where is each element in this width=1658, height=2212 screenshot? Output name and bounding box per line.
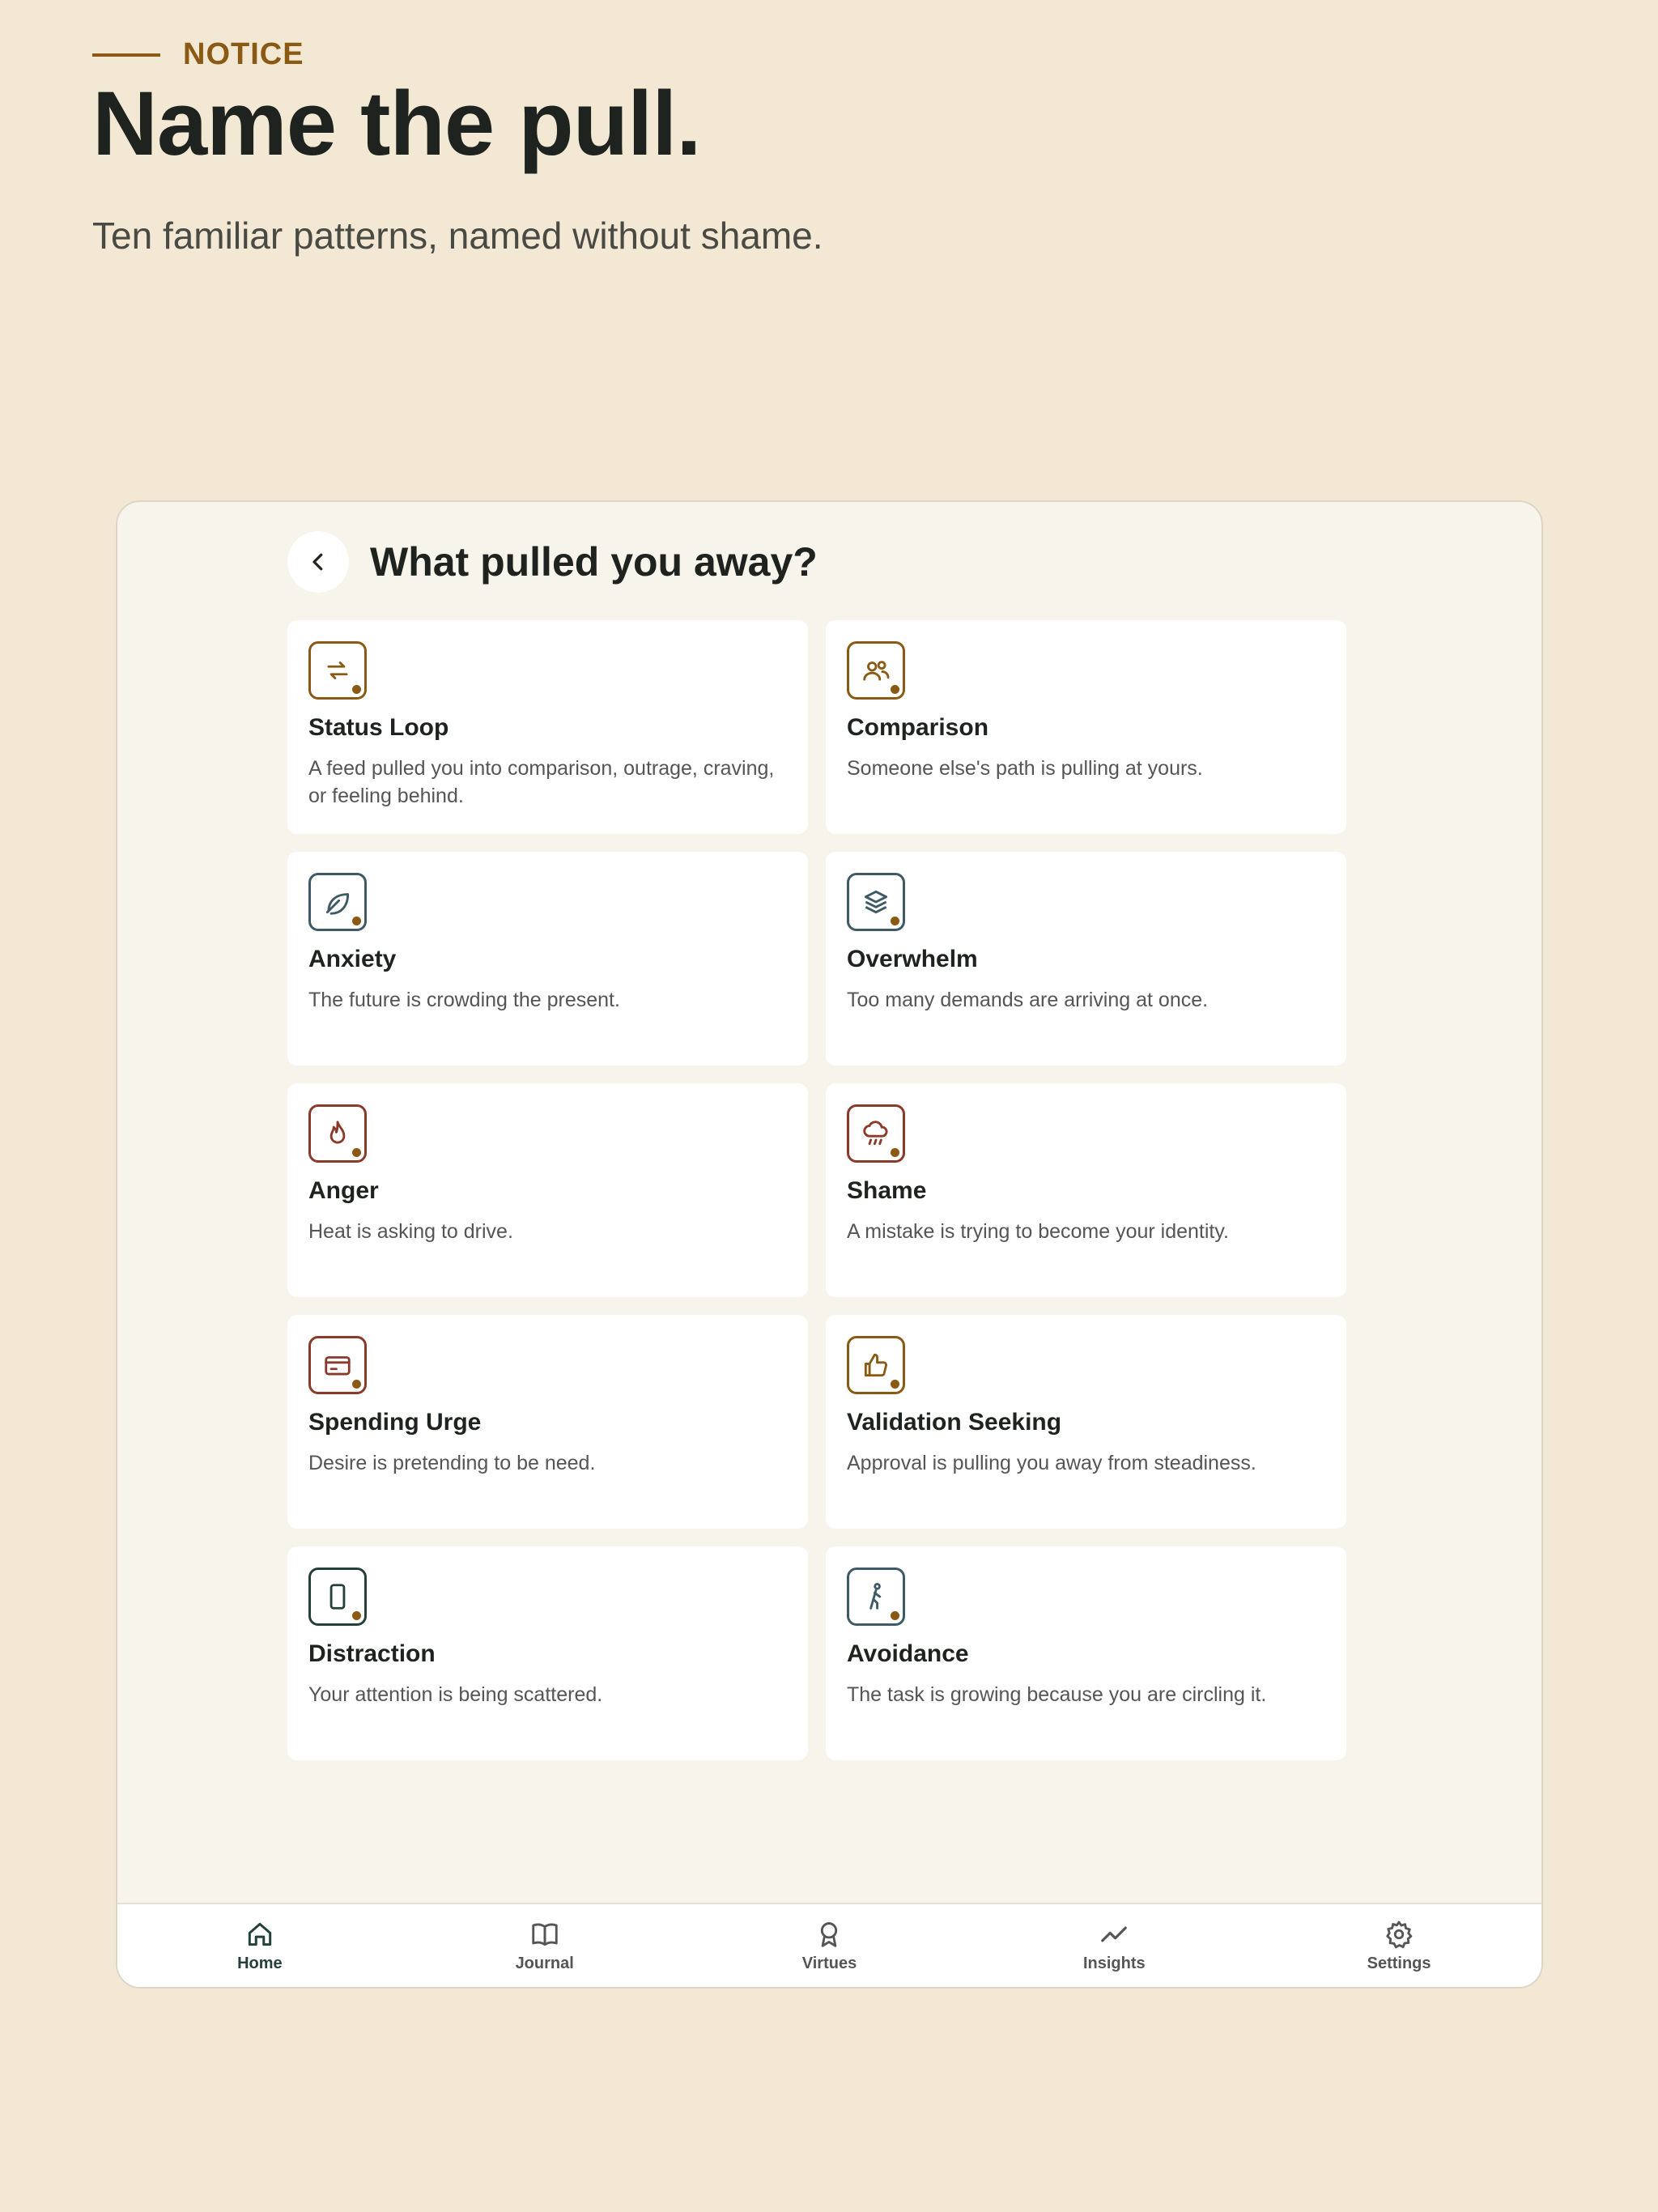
pull-card-avoidance[interactable]: Avoidance The task is growing because yo…	[826, 1546, 1346, 1760]
pull-card-distraction[interactable]: Distraction Your attention is being scat…	[287, 1546, 808, 1760]
tab-virtues[interactable]: Virtues	[687, 1904, 972, 1987]
pull-card-anger[interactable]: Anger Heat is asking to drive.	[287, 1083, 808, 1297]
kicker-rule	[92, 53, 160, 57]
card-description: A mistake is trying to become your ident…	[847, 1220, 1229, 1243]
card-title: Shame	[847, 1177, 927, 1204]
card-title: Validation Seeking	[847, 1409, 1062, 1436]
screen-header: What pulled you away?	[287, 531, 818, 593]
card-icon-box	[308, 641, 367, 700]
card-icon-box	[308, 1568, 367, 1626]
status-dot	[352, 917, 361, 925]
card-icon-box	[308, 1104, 367, 1163]
card-title: Status Loop	[308, 714, 449, 741]
pull-card-validation-seeking[interactable]: Validation Seeking Approval is pulling y…	[826, 1315, 1346, 1529]
leaf-icon	[325, 893, 350, 915]
card-icon-box	[847, 1104, 905, 1163]
tab-home[interactable]: Home	[117, 1904, 402, 1987]
tab-insights[interactable]: Insights	[971, 1904, 1256, 1987]
pull-card-status-loop[interactable]: Status Loop A feed pulled you into compa…	[287, 620, 808, 834]
home-icon	[248, 1922, 272, 1946]
trend-line-icon	[1101, 1926, 1128, 1942]
pull-card-shame[interactable]: Shame A mistake is trying to become your…	[826, 1083, 1346, 1297]
status-dot	[891, 1380, 899, 1389]
status-dot	[891, 1611, 899, 1620]
status-dot	[352, 1611, 361, 1620]
layers-icon	[864, 890, 888, 914]
tab-label: Insights	[1082, 1954, 1146, 1972]
card-title: Comparison	[847, 714, 989, 741]
screen-title: What pulled you away?	[370, 539, 818, 585]
bottom-tab-bar: Home Journal Virtues Insights Settings	[117, 1903, 1541, 1987]
card-title: Overwhelm	[847, 946, 978, 972]
card-icon-box	[847, 1568, 905, 1626]
tab-label: Home	[237, 1954, 283, 1972]
card-title: Anger	[308, 1177, 379, 1204]
pull-options-grid: Status Loop A feed pulled you into compa…	[287, 620, 1348, 1760]
credit-card-icon	[325, 1356, 351, 1376]
card-icon-box	[847, 873, 905, 931]
card-title: Distraction	[308, 1640, 436, 1667]
card-title: Spending Urge	[308, 1409, 482, 1436]
card-description: Heat is asking to drive.	[308, 1220, 513, 1243]
card-icon-box	[847, 1336, 905, 1394]
card-description: Too many demands are arriving at once.	[847, 989, 1209, 1011]
tab-journal[interactable]: Journal	[402, 1904, 687, 1987]
tab-label: Journal	[515, 1954, 574, 1972]
pull-card-comparison[interactable]: Comparison Someone else's path is pullin…	[826, 620, 1346, 834]
back-button[interactable]	[287, 531, 349, 593]
thumbs-up-icon	[864, 1353, 888, 1377]
card-description: The future is crowding the present.	[308, 989, 620, 1011]
headline: Name the pull.	[92, 73, 701, 174]
card-icon-box	[308, 1336, 367, 1394]
kicker-label: NOTICE	[183, 37, 304, 71]
status-dot	[891, 917, 899, 925]
card-description: A feed pulled you into comparison, outra…	[308, 757, 775, 807]
tab-label: Settings	[1367, 1954, 1431, 1972]
pull-card-anxiety[interactable]: Anxiety The future is crowding the prese…	[287, 852, 808, 1066]
card-description: Desire is pretending to be need.	[308, 1452, 596, 1474]
chevron-left-icon	[312, 553, 323, 571]
pull-card-overwhelm[interactable]: Overwhelm Too many demands are arriving …	[826, 852, 1346, 1066]
card-title: Anxiety	[308, 946, 397, 972]
gear-icon	[1386, 1921, 1413, 1948]
status-dot	[352, 1148, 361, 1157]
rain-cloud-icon	[863, 1121, 888, 1146]
pull-card-spending-urge[interactable]: Spending Urge Desire is pretending to be…	[287, 1315, 808, 1529]
book-icon	[532, 1922, 558, 1946]
tab-settings[interactable]: Settings	[1256, 1904, 1541, 1987]
people-icon	[863, 661, 890, 681]
status-dot	[352, 1380, 361, 1389]
section-kicker: NOTICE	[92, 37, 304, 72]
card-description: Someone else's path is pulling at yours.	[847, 757, 1203, 780]
phone-icon	[329, 1584, 346, 1610]
status-dot	[891, 1148, 899, 1157]
card-title: Avoidance	[847, 1640, 969, 1667]
card-icon-box	[847, 641, 905, 700]
walking-person-icon	[869, 1583, 882, 1610]
subheadline: Ten familiar patterns, named without sha…	[92, 215, 823, 257]
device-screen: What pulled you away? Status Loop A feed…	[116, 500, 1543, 1989]
tab-label: Virtues	[801, 1954, 857, 1972]
card-description: The task is growing because you are circ…	[847, 1683, 1267, 1706]
card-description: Your attention is being scattered.	[308, 1683, 603, 1706]
repeat-arrows-icon	[327, 661, 348, 679]
flame-icon	[329, 1121, 346, 1144]
card-description: Approval is pulling you away from steadi…	[847, 1452, 1256, 1474]
status-dot	[891, 685, 899, 694]
card-icon-box	[308, 873, 367, 931]
award-icon	[821, 1921, 838, 1947]
status-dot	[352, 685, 361, 694]
